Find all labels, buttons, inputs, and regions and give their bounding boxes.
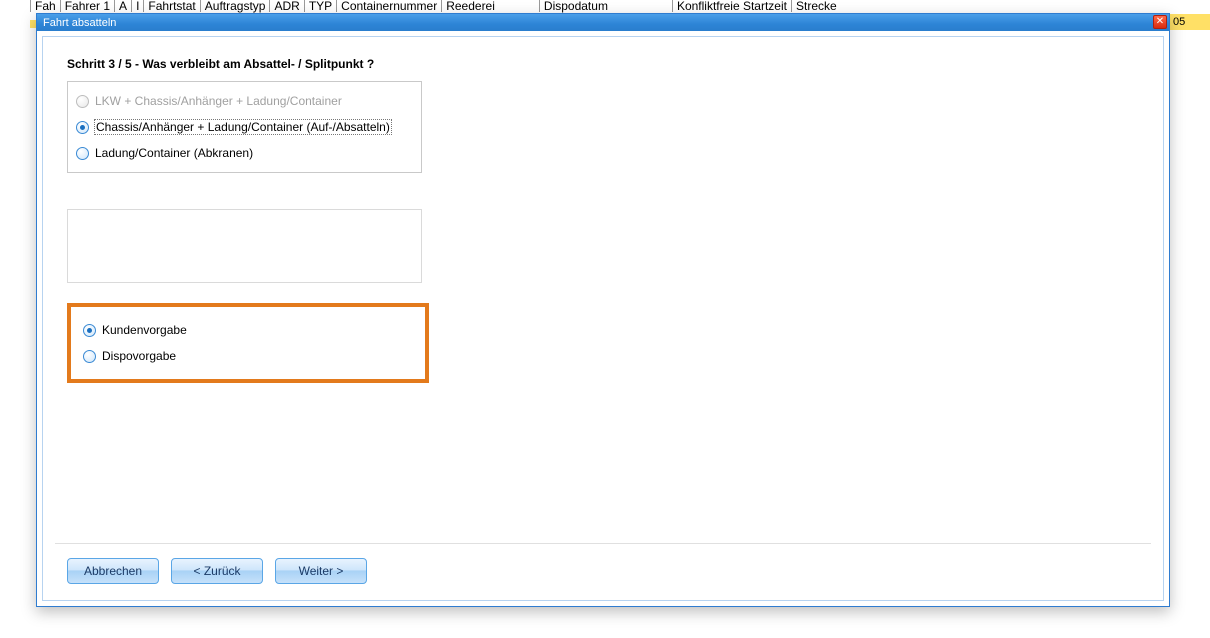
col-header: Auftragstyp (200, 0, 270, 12)
background-row-snippet: 05 (1170, 14, 1210, 30)
radio-icon (76, 95, 89, 108)
radio-icon (83, 324, 96, 337)
col-header: Containernummer (336, 0, 441, 12)
radio-option-chassis-ladung[interactable]: Chassis/Anhänger + Ladung/Container (Auf… (76, 114, 413, 140)
col-header: I (131, 0, 143, 12)
col-header: Strecke (791, 0, 841, 12)
radio-label: Chassis/Anhänger + Ladung/Container (Auf… (94, 119, 392, 135)
dialog-title: Fahrt absatteln (43, 17, 116, 29)
col-header: Fah (30, 0, 60, 12)
footer-separator (55, 543, 1151, 544)
next-button[interactable]: Weiter > (275, 558, 367, 584)
col-header: Fahrtstat (143, 0, 199, 12)
col-header: Reederei (441, 0, 499, 12)
wizard-dialog: Fahrt absatteln ✕ Schritt 3 / 5 - Was ve… (36, 13, 1170, 607)
col-header: Dispodatum (539, 0, 612, 12)
radio-label: Ladung/Container (Abkranen) (95, 146, 253, 160)
radio-option-lkw-chassis-ladung: LKW + Chassis/Anhänger + Ladung/Containe… (76, 88, 413, 114)
dialog-body: Schritt 3 / 5 - Was verbleibt am Absatte… (42, 36, 1164, 601)
col-header: TYP (304, 0, 336, 12)
background-column-headers: Fah Fahrer 1 A I Fahrtstat Auftragstyp A… (30, 0, 841, 12)
col-header: ADR (269, 0, 303, 12)
col-header: A (114, 0, 131, 12)
dialog-title-bar[interactable]: Fahrt absatteln ✕ (37, 14, 1169, 31)
wizard-footer: Abbrechen < Zurück Weiter > (67, 558, 367, 584)
radio-icon (76, 121, 89, 134)
back-button[interactable]: < Zurück (171, 558, 263, 584)
remain-options-group: LKW + Chassis/Anhänger + Ladung/Containe… (67, 81, 422, 173)
radio-label: LKW + Chassis/Anhänger + Ladung/Containe… (95, 94, 342, 108)
radio-option-ladung-abkranen[interactable]: Ladung/Container (Abkranen) (76, 140, 413, 166)
radio-label: Dispovorgabe (102, 349, 176, 363)
close-button[interactable]: ✕ (1153, 15, 1167, 29)
radio-icon (76, 147, 89, 160)
col-header: Konfliktfreie Startzeit (672, 0, 791, 12)
step-title: Schritt 3 / 5 - Was verbleibt am Absatte… (67, 57, 1139, 71)
radio-option-kundenvorgabe[interactable]: Kundenvorgabe (83, 317, 415, 343)
close-icon: ✕ (1156, 16, 1164, 27)
radio-icon (83, 350, 96, 363)
radio-option-dispovorgabe[interactable]: Dispovorgabe (83, 343, 415, 369)
col-header: Fahrer 1 (60, 0, 114, 12)
cancel-button[interactable]: Abbrechen (67, 558, 159, 584)
vorgabe-group-highlighted: Kundenvorgabe Dispovorgabe (67, 303, 429, 383)
empty-info-box (67, 209, 422, 283)
radio-label: Kundenvorgabe (102, 323, 187, 337)
